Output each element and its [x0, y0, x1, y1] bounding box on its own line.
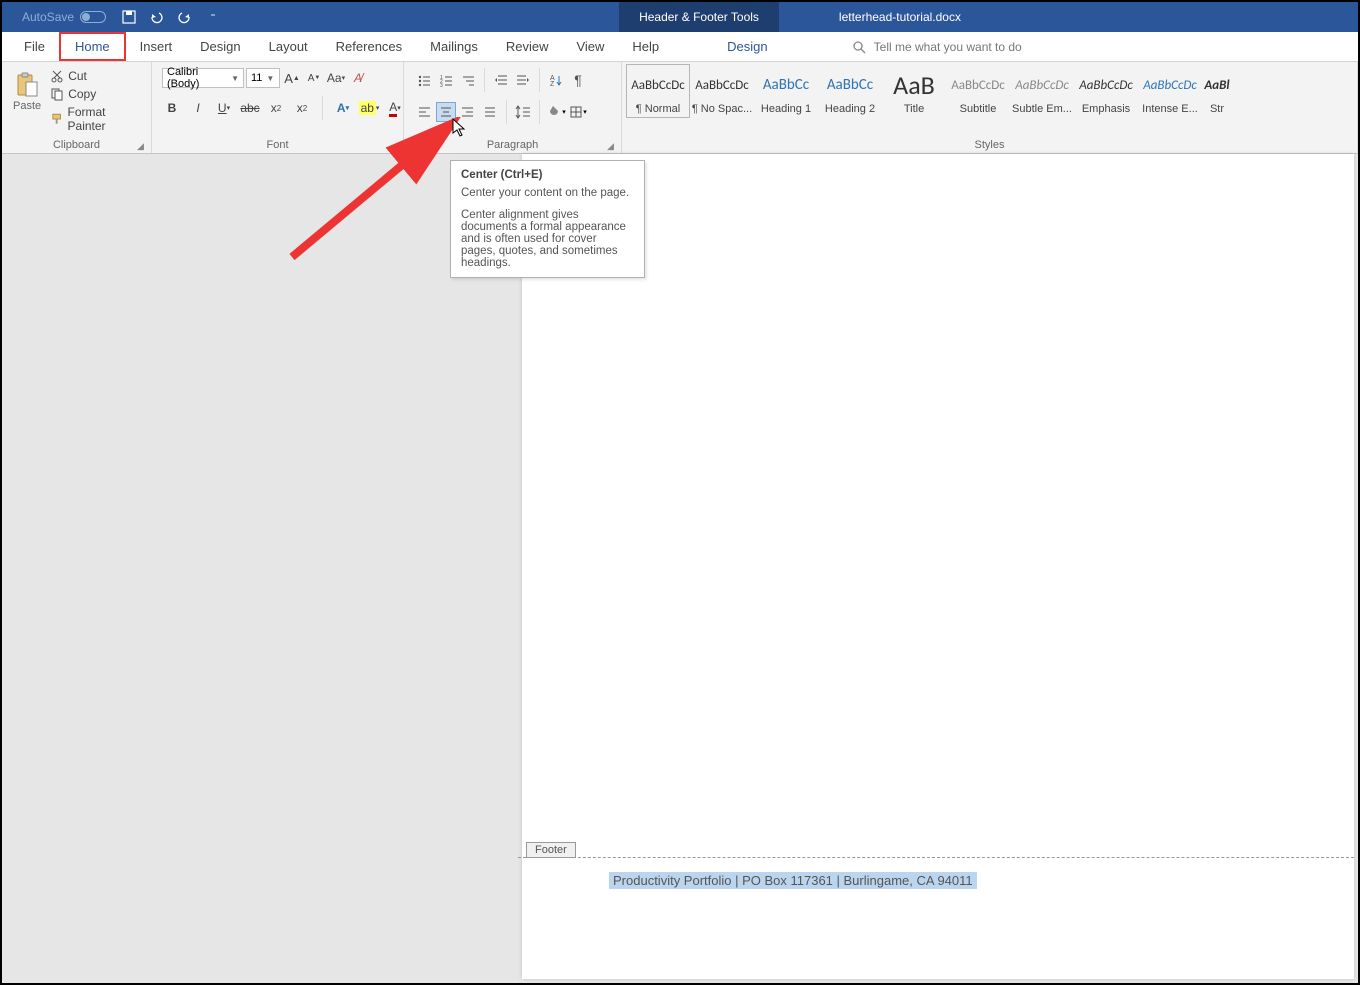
undo-icon[interactable] [148, 8, 166, 26]
tooltip-center: Center (Ctrl+E) Center your content on t… [450, 160, 645, 278]
borders-button[interactable]: ▾ [568, 102, 588, 122]
style-subtle-emphasis[interactable]: AaBbCcDcSubtle Em... [1010, 64, 1074, 118]
style-no-spacing[interactable]: AaBbCcDc¶ No Spac... [690, 64, 754, 118]
clipboard-group-label: Clipboard [2, 139, 151, 153]
redo-icon[interactable] [176, 8, 194, 26]
styles-group-label: Styles [622, 139, 1357, 153]
font-color-button[interactable]: A▾ [385, 98, 405, 118]
tell-me-placeholder: Tell me what you want to do [874, 40, 1022, 54]
paste-label: Paste [13, 100, 41, 112]
tab-context-design[interactable]: Design [713, 32, 781, 61]
copy-label: Copy [68, 87, 96, 101]
shrink-font-button[interactable]: A▼ [304, 68, 324, 88]
paragraph-launcher-icon[interactable]: ◢ [607, 141, 617, 151]
style-title[interactable]: AaBTitle [882, 64, 946, 118]
tab-review[interactable]: Review [492, 32, 563, 61]
svg-text:3: 3 [440, 83, 443, 87]
grow-font-button[interactable]: A▲ [282, 68, 302, 88]
tab-file[interactable]: File [10, 32, 59, 61]
context-tools-label: Header & Footer Tools [619, 2, 779, 32]
tab-design[interactable]: Design [186, 32, 254, 61]
show-marks-button[interactable]: ¶ [568, 70, 588, 90]
paste-icon [15, 72, 39, 98]
footer-tab-label[interactable]: Footer [526, 842, 576, 858]
tooltip-desc-1: Center your content on the page. [461, 187, 634, 199]
font-name-value: Calibri (Body) [167, 66, 227, 90]
style-subtitle[interactable]: AaBbCcDcSubtitle [946, 64, 1010, 118]
format-painter-label: Format Painter [68, 105, 143, 133]
footer-boundary-line [518, 857, 1354, 858]
tab-home[interactable]: Home [59, 32, 126, 61]
svg-text:Z: Z [550, 81, 555, 87]
subscript-button[interactable]: x2 [266, 98, 286, 118]
cut-button[interactable]: Cut [48, 68, 145, 84]
document-area [6, 154, 1354, 979]
group-styles: AaBbCcDc¶ Normal AaBbCcDc¶ No Spac... Aa… [622, 62, 1358, 153]
bullets-button[interactable] [414, 70, 434, 90]
format-painter-button[interactable]: Format Painter [48, 104, 145, 134]
tab-view[interactable]: View [562, 32, 618, 61]
tooltip-desc-2: Center alignment gives documents a forma… [461, 209, 634, 269]
cut-label: Cut [68, 69, 87, 83]
underline-button[interactable]: U▾ [214, 98, 234, 118]
font-size-combo[interactable]: 11 ▼ [246, 68, 280, 88]
style-emphasis[interactable]: AaBbCcDcEmphasis [1074, 64, 1138, 118]
chevron-down-icon: ▼ [231, 74, 239, 83]
copy-button[interactable]: Copy [48, 86, 145, 102]
strikethrough-button[interactable]: abc [240, 98, 260, 118]
style-normal[interactable]: AaBbCcDc¶ Normal [626, 64, 690, 118]
copy-icon [50, 87, 64, 101]
tell-me-search[interactable]: Tell me what you want to do [852, 32, 1022, 61]
document-title: letterhead-tutorial.docx [839, 10, 961, 24]
styles-gallery[interactable]: AaBbCcDc¶ Normal AaBbCcDc¶ No Spac... Aa… [622, 62, 1236, 120]
search-icon [852, 40, 866, 54]
tab-insert[interactable]: Insert [126, 32, 187, 61]
qat-customize-icon[interactable]: ⁼ [204, 8, 222, 26]
numbering-button[interactable]: 123 [436, 70, 456, 90]
document-page[interactable] [522, 154, 1354, 979]
ribbon: Paste Cut Copy Format Painter Clipboard … [2, 62, 1358, 154]
tab-help[interactable]: Help [618, 32, 673, 61]
title-bar: AutoSave ⁼ Header & Footer Tools letterh… [2, 2, 1358, 32]
multilevel-list-button[interactable] [458, 70, 478, 90]
tab-mailings[interactable]: Mailings [416, 32, 492, 61]
highlight-button[interactable]: ab▾ [359, 98, 379, 118]
brush-icon [50, 112, 63, 126]
style-heading-1[interactable]: AaBbCcHeading 1 [754, 64, 818, 118]
paste-button[interactable]: Paste [8, 66, 46, 112]
font-name-combo[interactable]: Calibri (Body) ▼ [162, 68, 244, 88]
style-intense-emphasis[interactable]: AaBbCcDcIntense E... [1138, 64, 1202, 118]
cursor-icon [452, 118, 468, 138]
clear-formatting-button[interactable]: A̸ [348, 68, 368, 88]
tooltip-title: Center (Ctrl+E) [461, 169, 634, 181]
style-heading-2[interactable]: AaBbCcHeading 2 [818, 64, 882, 118]
decrease-indent-button[interactable] [491, 70, 511, 90]
style-strong[interactable]: AaBlStr [1202, 64, 1232, 118]
justify-button[interactable] [480, 102, 500, 122]
tab-layout[interactable]: Layout [255, 32, 322, 61]
tab-references[interactable]: References [322, 32, 416, 61]
chevron-down-icon: ▼ [266, 74, 274, 83]
autosave-switch-icon[interactable] [80, 11, 106, 23]
font-size-value: 11 [251, 72, 262, 84]
save-icon[interactable] [120, 8, 138, 26]
sort-button[interactable]: AZ [546, 70, 566, 90]
annotation-arrow-icon [282, 117, 472, 267]
group-clipboard: Paste Cut Copy Format Painter Clipboard … [2, 62, 152, 153]
line-spacing-button[interactable] [513, 102, 533, 122]
autosave-label: AutoSave [22, 10, 74, 24]
clipboard-launcher-icon[interactable]: ◢ [137, 141, 147, 151]
change-case-button[interactable]: Aa▾ [326, 68, 346, 88]
increase-indent-button[interactable] [513, 70, 533, 90]
bold-button[interactable]: B [162, 98, 182, 118]
quick-access-toolbar: ⁼ [120, 8, 222, 26]
scissors-icon [50, 69, 64, 83]
shading-button[interactable]: ▾ [546, 102, 566, 122]
superscript-button[interactable]: x2 [292, 98, 312, 118]
ribbon-tabs: File Home Insert Design Layout Reference… [2, 32, 1358, 62]
text-effects-button[interactable]: A▾ [333, 98, 353, 118]
autosave-toggle[interactable]: AutoSave [22, 10, 106, 24]
footer-text[interactable]: Productivity Portfolio | PO Box 117361 |… [609, 872, 977, 889]
italic-button[interactable]: I [188, 98, 208, 118]
